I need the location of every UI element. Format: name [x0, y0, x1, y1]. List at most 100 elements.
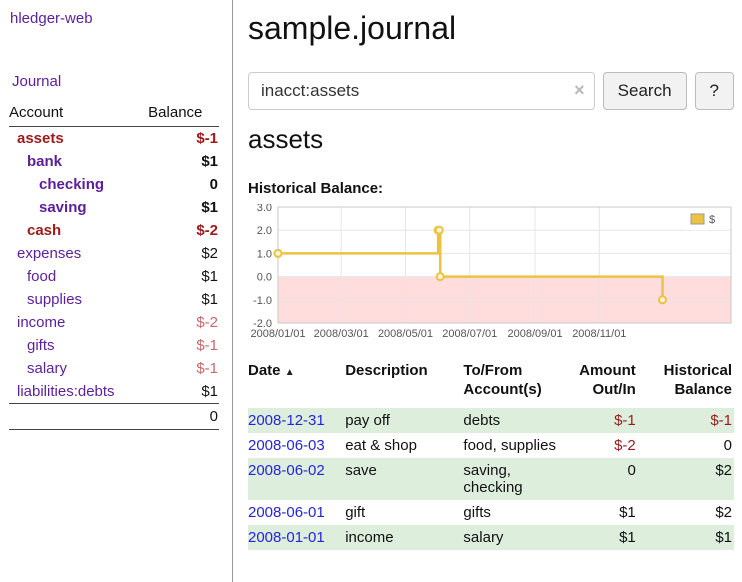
sort-ascending-icon: ▲	[285, 367, 295, 378]
account-row: supplies $1	[9, 288, 219, 311]
register-date-cell: 2008-12-31	[248, 408, 345, 433]
svg-text:2008/07/01: 2008/07/01	[442, 328, 497, 340]
accounts-header-account: Account	[9, 104, 148, 127]
register-description-cell: gift	[345, 500, 463, 525]
transaction-date-link[interactable]: 2008-12-31	[248, 412, 325, 429]
sidebar: hledger-web Journal Account Balance asse…	[0, 0, 233, 582]
svg-text:2.0: 2.0	[257, 225, 272, 237]
header-amount-line2: Out/In	[578, 381, 636, 400]
register-table: Date ▲ Description To/From Account(s) Am…	[248, 362, 734, 550]
account-row: cash $-2	[9, 219, 219, 242]
account-row: salary $-1	[9, 357, 219, 380]
register-description-cell: pay off	[345, 408, 463, 433]
account-row: checking 0	[9, 173, 219, 196]
account-balance: 0	[148, 173, 219, 196]
svg-text:2008/01/01: 2008/01/01	[250, 328, 305, 340]
transaction-date-link[interactable]: 2008-06-02	[248, 462, 325, 479]
register-accounts-cell: debts	[463, 408, 577, 433]
register-date-cell: 2008-01-01	[248, 525, 345, 550]
transaction-date-link[interactable]: 2008-01-01	[248, 529, 325, 546]
register-description-cell: save	[345, 458, 463, 500]
register-amount-cell: 0	[578, 458, 646, 500]
svg-text:$: $	[709, 214, 715, 226]
account-balance: $1	[148, 288, 219, 311]
account-row: income $-2	[9, 311, 219, 334]
register-accounts-cell: saving, checking	[463, 458, 577, 500]
register-balance-cell: 0	[646, 433, 734, 458]
register-header-amount: Amount Out/In	[578, 362, 646, 408]
header-accounts-line1: To/From	[463, 362, 567, 381]
accounts-header-balance: Balance	[148, 104, 219, 127]
app-title-link[interactable]: hledger-web	[10, 10, 93, 27]
register-header-accounts: To/From Account(s)	[463, 362, 577, 408]
search-input[interactable]	[248, 72, 595, 110]
register-amount-cell: $1	[578, 525, 646, 550]
page-title: sample.journal	[248, 10, 734, 47]
register-date-cell: 2008-06-01	[248, 500, 345, 525]
register-header-row: Date ▲ Description To/From Account(s) Am…	[248, 362, 734, 408]
hledger-web-app: hledger-web Journal Account Balance asse…	[0, 0, 742, 582]
account-link-supplies[interactable]: supplies	[27, 291, 82, 308]
account-balance: $1	[148, 150, 219, 173]
svg-text:2008/09/01: 2008/09/01	[508, 328, 563, 340]
register-row: 2008-06-01 gift gifts $1 $2	[248, 500, 734, 525]
register-header-date[interactable]: Date ▲	[248, 362, 345, 408]
svg-text:3.0: 3.0	[257, 204, 272, 214]
register-balance-cell: $-1	[646, 408, 734, 433]
account-link-income[interactable]: income	[17, 314, 65, 331]
register-accounts-cell: salary	[463, 525, 577, 550]
register-description-cell: eat & shop	[345, 433, 463, 458]
accounts-header-row: Account Balance	[9, 104, 219, 127]
account-link-cash[interactable]: cash	[27, 222, 61, 239]
register-header-description: Description	[345, 362, 463, 408]
account-balance: $1	[148, 265, 219, 288]
account-balance: $1	[148, 380, 219, 404]
header-amount-line1: Amount	[578, 362, 636, 381]
balance-chart: 3.02.01.00.0-1.0-2.02008/01/012008/03/01…	[248, 204, 734, 340]
account-row: bank $1	[9, 150, 219, 173]
register-accounts-cell: food, supplies	[463, 433, 577, 458]
register-amount-cell: $1	[578, 500, 646, 525]
register-balance-cell: $1	[646, 525, 734, 550]
journal-link[interactable]: Journal	[12, 73, 61, 90]
account-link-saving[interactable]: saving	[39, 199, 87, 216]
account-balance: $-2	[148, 311, 219, 334]
accounts-total-row: 0	[9, 404, 219, 430]
register-balance-cell: $2	[646, 458, 734, 500]
account-link-checking[interactable]: checking	[39, 176, 104, 193]
svg-text:2008/11/01: 2008/11/01	[572, 328, 626, 340]
account-balance: $2	[148, 242, 219, 265]
account-row: food $1	[9, 265, 219, 288]
account-link-assets[interactable]: assets	[17, 130, 64, 147]
account-link-bank[interactable]: bank	[27, 153, 62, 170]
register-date-cell: 2008-06-02	[248, 458, 345, 500]
account-link-food[interactable]: food	[27, 268, 56, 285]
account-balance: $1	[148, 196, 219, 219]
account-link-liabilities-debts[interactable]: liabilities:debts	[17, 383, 115, 400]
svg-text:2008/05/01: 2008/05/01	[378, 328, 433, 340]
transaction-date-link[interactable]: 2008-06-03	[248, 437, 325, 454]
account-balance: $-1	[148, 357, 219, 380]
account-row: saving $1	[9, 196, 219, 219]
search-button[interactable]: Search	[603, 72, 687, 110]
account-heading: assets	[248, 124, 734, 155]
account-link-salary[interactable]: salary	[27, 360, 67, 377]
transaction-date-link[interactable]: 2008-06-01	[248, 504, 325, 521]
svg-text:0.0: 0.0	[257, 272, 272, 284]
account-row: expenses $2	[9, 242, 219, 265]
svg-text:1.0: 1.0	[257, 248, 272, 260]
register-row: 2008-01-01 income salary $1 $1	[248, 525, 734, 550]
account-balance: $-1	[148, 127, 219, 151]
search-box: ×	[248, 72, 595, 110]
svg-text:-1.0: -1.0	[253, 295, 272, 307]
help-button[interactable]: ?	[695, 72, 734, 110]
header-balance-line1: Historical	[646, 362, 732, 381]
account-link-expenses[interactable]: expenses	[17, 245, 81, 262]
account-row: liabilities:debts $1	[9, 380, 219, 404]
account-link-gifts[interactable]: gifts	[27, 337, 55, 354]
account-balance: $-1	[148, 334, 219, 357]
accounts-table: Account Balance assets $-1 bank $1 check…	[9, 104, 219, 430]
clear-search-icon[interactable]: ×	[574, 80, 585, 101]
register-header-balance: Historical Balance	[646, 362, 734, 408]
account-balance: $-2	[148, 219, 219, 242]
